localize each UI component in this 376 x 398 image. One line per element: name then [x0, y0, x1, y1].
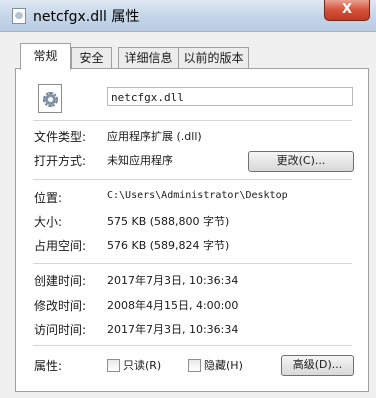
attributes-label: 属性:: [34, 359, 63, 373]
created-value: 2017年7月3日, 10:36:34: [107, 274, 239, 287]
dll-gear-file-icon: [38, 84, 62, 113]
location-label: 位置:: [34, 191, 63, 205]
size-label: 大小:: [34, 215, 63, 229]
file-type-value: 应用程序扩展 (.dll): [107, 130, 202, 143]
readonly-label[interactable]: 只读(R): [123, 357, 161, 373]
disk-size-value: 576 KB (589,824 字节): [107, 239, 230, 252]
created-label: 创建时间:: [34, 274, 87, 288]
gear-icon: [43, 92, 58, 107]
window-title: netcfgx.dll 属性: [33, 9, 140, 25]
opens-with-value: 未知应用程序: [107, 154, 173, 167]
file-type-label: 文件类型:: [34, 130, 87, 144]
accessed-label: 访问时间:: [34, 323, 87, 337]
tab-previous-versions[interactable]: 以前的版本: [178, 47, 249, 68]
hidden-label[interactable]: 隐藏(H): [204, 357, 243, 373]
advanced-button[interactable]: 高级(D)...: [281, 355, 354, 376]
tab-general[interactable]: 常规: [20, 43, 71, 70]
divider: [33, 179, 352, 180]
readonly-checkbox[interactable]: [107, 359, 120, 372]
filename-input[interactable]: netcfgx.dll: [107, 87, 353, 106]
divider: [33, 263, 352, 264]
accessed-value: 2017年7月3日, 10:36:34: [107, 323, 239, 336]
opens-with-label: 打开方式:: [34, 154, 87, 168]
modified-value: 2008年4月15日, 4:00:00: [107, 299, 239, 312]
close-button[interactable]: X: [324, 0, 370, 21]
divider: [33, 120, 352, 121]
file-icon: [12, 8, 26, 24]
tab-security[interactable]: 安全: [71, 47, 112, 68]
tab-details[interactable]: 详细信息: [118, 47, 179, 68]
modified-label: 修改时间:: [34, 299, 87, 313]
size-value: 575 KB (588,800 字节): [107, 215, 230, 228]
divider: [33, 345, 352, 346]
change-button[interactable]: 更改(C)...: [248, 151, 354, 172]
hidden-checkbox[interactable]: [188, 359, 201, 372]
location-value: C:\Users\Administrator\Desktop: [107, 190, 288, 201]
general-panel: [15, 68, 369, 392]
disk-size-label: 占用空间:: [34, 239, 87, 253]
title-bar[interactable]: netcfgx.dll 属性 X: [0, 0, 376, 32]
